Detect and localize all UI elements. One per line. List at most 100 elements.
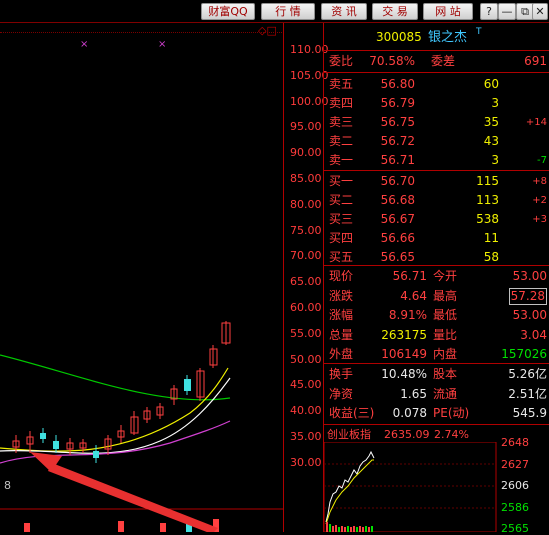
index-volume-bars bbox=[326, 522, 373, 532]
candle bbox=[40, 428, 46, 443]
order-volume: 115 bbox=[476, 174, 499, 188]
webi-label: 委比 bbox=[329, 54, 354, 68]
candle bbox=[117, 425, 125, 443]
order-change: +2 bbox=[532, 195, 547, 206]
index-axis-label: 2648 bbox=[501, 436, 529, 449]
stat-value: 53.00 bbox=[512, 269, 547, 283]
stat-row: 总量 263175 量比 3.04 bbox=[324, 326, 549, 345]
divider bbox=[324, 72, 549, 73]
order-label: 买三 bbox=[329, 212, 354, 226]
stat-value: 10.48% bbox=[381, 367, 427, 381]
order-price: 56.72 bbox=[380, 134, 415, 148]
order-label: 卖五 bbox=[329, 77, 354, 91]
stat-label: 股本 bbox=[433, 367, 458, 381]
candle bbox=[143, 407, 151, 423]
close-icon[interactable]: ✕ bbox=[532, 3, 548, 20]
order-label: 卖二 bbox=[329, 134, 354, 148]
order-change: +8 bbox=[532, 176, 547, 187]
svg-text:×: × bbox=[80, 39, 88, 50]
stat-label: 涨跌 bbox=[329, 288, 354, 303]
candle bbox=[221, 321, 231, 345]
divider bbox=[324, 170, 549, 171]
candle bbox=[209, 345, 218, 368]
stat-row: 现价 56.71 今开 53.00 bbox=[324, 267, 549, 286]
stat-label: 总量 bbox=[329, 327, 354, 342]
candle bbox=[53, 435, 59, 453]
stat-label: 涨幅 bbox=[329, 308, 354, 322]
stat-row: 外盘 106149 内盘 157026 bbox=[324, 345, 549, 364]
minimize-icon[interactable]: — bbox=[498, 3, 516, 20]
news-button[interactable]: 资 讯 bbox=[321, 3, 367, 20]
order-label: 买四 bbox=[329, 231, 354, 245]
order-change: +3 bbox=[532, 214, 547, 225]
order-volume: 3 bbox=[491, 153, 499, 167]
kline-chart[interactable]: ◇□ 110.00 105.00 100.00 95.00 90.00 85.00 80.0… bbox=[0, 23, 329, 532]
stat-label: 外盘 bbox=[329, 347, 354, 361]
order-row: 卖二 56.72 43 bbox=[324, 132, 549, 151]
stat-label: 收益(三) bbox=[329, 406, 375, 420]
order-price: 56.79 bbox=[380, 96, 415, 110]
stat-label: 最高 bbox=[433, 288, 458, 303]
volume-bar bbox=[118, 521, 124, 532]
divider bbox=[324, 363, 549, 364]
market-button[interactable]: 行 情 bbox=[261, 3, 315, 20]
weicha-value: 691 bbox=[524, 54, 547, 68]
website-button[interactable]: 网 站 bbox=[423, 3, 473, 20]
order-price: 56.68 bbox=[380, 193, 415, 207]
index-avg-line bbox=[325, 459, 374, 525]
order-price: 56.71 bbox=[380, 153, 415, 167]
caifu-qq-button[interactable]: 财富QQ bbox=[201, 3, 255, 20]
order-label: 卖四 bbox=[329, 96, 354, 110]
candle bbox=[104, 435, 112, 455]
stat-value: 56.71 bbox=[392, 269, 427, 283]
candle bbox=[79, 439, 87, 453]
svg-text:×: × bbox=[158, 39, 166, 50]
stat-label: 现价 bbox=[329, 269, 354, 283]
volume-bar bbox=[160, 523, 166, 532]
stat-label: 流通 bbox=[433, 386, 458, 401]
stat-row: 净资 1.65 流通 2.51亿 bbox=[324, 385, 549, 404]
marker-pink-left: × bbox=[80, 39, 88, 50]
ma-white-line bbox=[0, 377, 231, 454]
order-row: 买四 56.66 11 bbox=[324, 229, 549, 248]
order-row: 卖五 56.80 60 bbox=[324, 75, 549, 94]
order-row: 卖四 56.79 3 bbox=[324, 94, 549, 113]
index-axis-label: 2606 bbox=[501, 479, 529, 492]
index-line bbox=[325, 450, 375, 523]
annotation-arrow bbox=[30, 452, 218, 532]
stock-flag: T bbox=[476, 27, 482, 37]
order-volume: 3 bbox=[491, 96, 499, 110]
stat-row: 涨跌 4.64 最高 57.28 bbox=[324, 287, 549, 306]
help-icon[interactable]: ? bbox=[480, 3, 498, 20]
stat-value: 0.078 bbox=[392, 406, 427, 420]
order-price: 56.66 bbox=[380, 231, 415, 245]
divider bbox=[324, 50, 549, 51]
stat-value: 3.04 bbox=[520, 327, 547, 342]
stat-value: 106149 bbox=[381, 347, 427, 361]
stat-label: 量比 bbox=[433, 327, 458, 342]
order-row: 买一 56.70 115 +8 bbox=[324, 172, 549, 191]
order-row: 买二 56.68 113 +2 bbox=[324, 191, 549, 210]
webi-row: 委比 70.58% 委差 691 bbox=[324, 52, 549, 71]
stat-label: 最低 bbox=[433, 308, 458, 322]
weicha-label: 委差 bbox=[431, 54, 456, 68]
stat-label: 换手 bbox=[329, 367, 354, 381]
stat-value: 1.65 bbox=[400, 386, 427, 401]
trade-button[interactable]: 交 易 bbox=[372, 3, 418, 20]
stat-label: 内盘 bbox=[433, 347, 458, 361]
stat-label: PE(动) bbox=[433, 406, 470, 420]
candle bbox=[130, 411, 139, 435]
stat-label: 净资 bbox=[329, 386, 354, 401]
stat-value: 8.91% bbox=[388, 308, 427, 322]
stat-value: 5.26亿 bbox=[508, 367, 547, 381]
stock-code: 300085 bbox=[376, 30, 422, 44]
order-change: +14 bbox=[525, 117, 547, 128]
stat-value: 57.28 bbox=[508, 287, 547, 305]
stat-value: 157026 bbox=[501, 347, 547, 361]
order-label: 卖一 bbox=[329, 153, 354, 167]
order-volume: 43 bbox=[483, 134, 499, 148]
order-change: -7 bbox=[537, 155, 547, 166]
top-toolbar: 财富QQ 行 情 资 讯 交 易 网 站 ? — ⧉ ✕ bbox=[0, 0, 549, 23]
order-volume: 538 bbox=[476, 212, 499, 226]
candle bbox=[184, 375, 191, 395]
